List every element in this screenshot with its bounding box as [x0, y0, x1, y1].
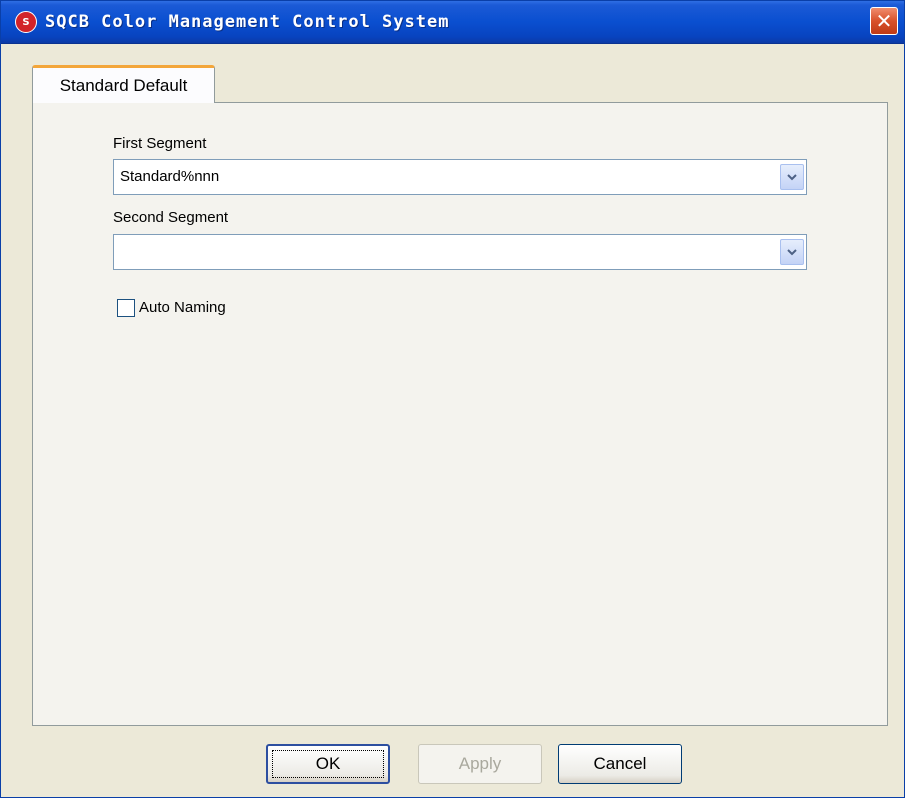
apply-button-label: Apply	[458, 754, 502, 773]
tab-panel: First Segment Standard%nnn Second Segmen…	[32, 102, 888, 726]
title-bar[interactable]: S SQCB Color Management Control System ✕	[1, 1, 904, 44]
ok-button[interactable]: OK	[266, 744, 390, 784]
apply-button[interactable]: Apply	[418, 744, 542, 784]
app-logo-icon: S	[15, 11, 37, 33]
chevron-down-icon	[787, 174, 797, 181]
first-segment-dropdown-button[interactable]	[780, 164, 804, 190]
cancel-button-label: Cancel	[593, 754, 647, 773]
auto-naming-checkbox[interactable]	[117, 299, 135, 317]
auto-naming-label[interactable]: Auto Naming	[139, 299, 226, 316]
close-icon: ✕	[875, 9, 893, 33]
close-button[interactable]: ✕	[870, 7, 898, 35]
first-segment-value: Standard%nnn	[120, 168, 220, 185]
first-segment-dropdown[interactable]: Standard%nnn	[113, 159, 807, 195]
second-segment-label: Second Segment	[113, 209, 229, 226]
chevron-down-icon	[787, 249, 797, 256]
first-segment-label: First Segment	[113, 135, 207, 152]
focus-ring	[272, 750, 384, 778]
tab-label: Standard Default	[59, 75, 188, 95]
cancel-button[interactable]: Cancel	[558, 744, 682, 784]
dialog-window: S SQCB Color Management Control System ✕…	[0, 0, 905, 798]
window-title: SQCB Color Management Control System	[45, 12, 450, 32]
tab-standard-default[interactable]: Standard Default	[32, 65, 215, 103]
second-segment-dropdown[interactable]	[113, 234, 807, 270]
second-segment-dropdown-button[interactable]	[780, 239, 804, 265]
